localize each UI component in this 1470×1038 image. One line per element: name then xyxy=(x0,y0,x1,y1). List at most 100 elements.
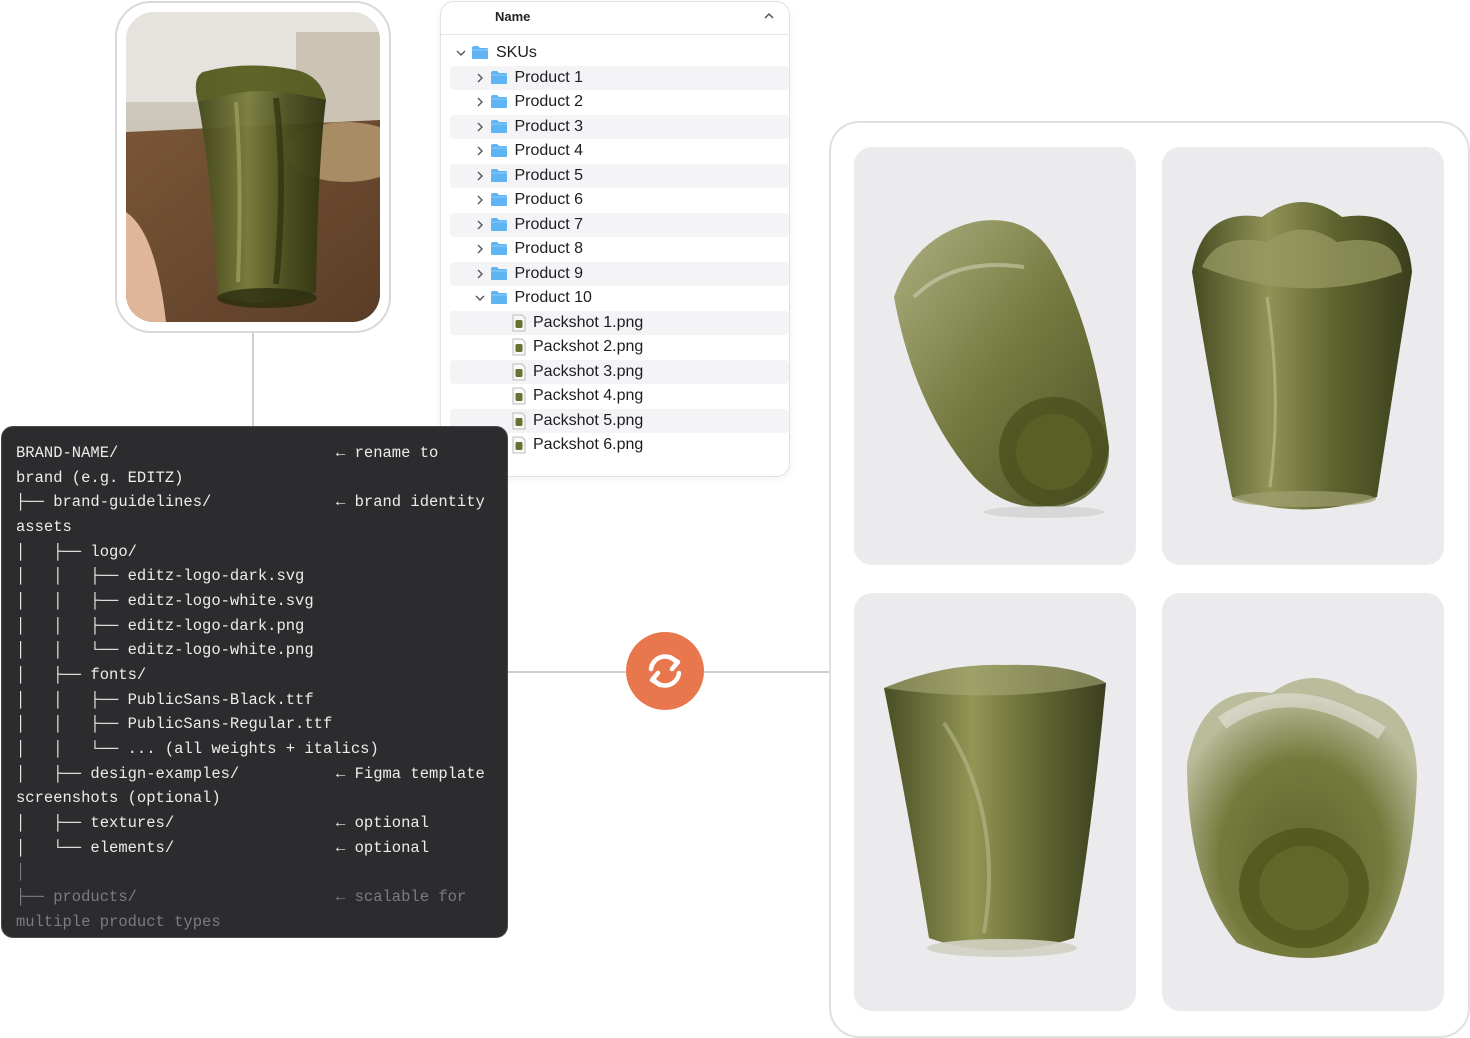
tree-comment: ← brand identity xyxy=(336,493,485,511)
image-file-icon xyxy=(512,412,526,429)
folder-icon xyxy=(490,193,507,206)
folder-name: Product 9 xyxy=(514,264,583,282)
image-file-icon xyxy=(512,387,526,405)
folder-structure-terminal: BRAND-NAME/ brand (e.g. EDITZ) ├── brand… xyxy=(1,426,508,938)
folder-icon xyxy=(490,291,507,304)
image-file-icon xyxy=(512,338,526,356)
packshot-tile-3[interactable] xyxy=(854,593,1136,1011)
folder-icon xyxy=(490,95,507,108)
folder-row[interactable]: Product 9 xyxy=(450,261,789,286)
tree-comment: ← rename to xyxy=(336,444,439,462)
source-photo-card xyxy=(115,1,391,333)
connector-terminal-to-sync xyxy=(508,671,626,673)
tree-line: │ │ └── editz-logo-white.png xyxy=(16,641,314,659)
folder-row[interactable]: SKUs xyxy=(450,41,789,66)
file-tree: SKUs Product 1 Product 2 Product 3 Product 4… xyxy=(450,41,789,458)
tree-line: │ │ ├── PublicSans-Regular.ttf xyxy=(16,715,333,733)
tree-comment: ← optional xyxy=(336,814,430,832)
tree-line: │ ├── design-examples/ xyxy=(16,765,240,783)
packshot-grid xyxy=(829,121,1470,1038)
folder-row[interactable]: Product 5 xyxy=(450,163,789,188)
connector-sync-to-grid xyxy=(704,671,830,673)
chevron-down-icon[interactable] xyxy=(455,47,467,59)
tree-line: │ │ ├── PublicSans-Black.ttf xyxy=(16,691,314,709)
folder-row[interactable]: Product 10 xyxy=(450,286,789,311)
column-header-name[interactable]: Name xyxy=(441,2,789,35)
file-name: Packshot 5.png xyxy=(533,411,644,429)
folder-icon xyxy=(490,217,507,231)
tree-line: │ │ ├── editz-logo-dark.svg xyxy=(16,567,305,585)
image-file-icon xyxy=(512,314,526,331)
folder-icon xyxy=(490,70,507,84)
folder-name: Product 2 xyxy=(514,93,583,110)
folder-icon xyxy=(490,144,507,157)
sync-arrows-icon xyxy=(648,654,682,688)
folder-icon xyxy=(490,168,507,182)
tree-comment: ← scalable for xyxy=(336,888,467,906)
folder-name: Product 7 xyxy=(514,215,583,233)
folder-name: Product 1 xyxy=(514,68,583,86)
tree-comment: ← Figma template xyxy=(336,765,485,783)
folder-row[interactable]: Product 1 xyxy=(450,65,789,90)
folder-name: Product 10 xyxy=(514,289,592,306)
folder-row[interactable]: Product 3 xyxy=(450,114,789,139)
chevron-right-icon[interactable] xyxy=(474,72,486,84)
chevron-right-icon[interactable] xyxy=(474,121,486,133)
tree-line: │ xyxy=(16,863,26,881)
folder-name: Product 3 xyxy=(514,117,583,135)
file-row[interactable]: Packshot 4.png xyxy=(450,384,789,409)
tree-line: ├── products/ xyxy=(16,888,137,906)
tree-line: assets xyxy=(16,518,72,536)
packshot-tile-2[interactable] xyxy=(1162,147,1444,565)
packshot-tile-4[interactable] xyxy=(1162,593,1444,1011)
folder-name: Product 4 xyxy=(514,142,583,159)
chevron-right-icon[interactable] xyxy=(474,268,486,280)
tree-line: │ └── elements/ xyxy=(16,839,175,857)
tree-line: ├── brand-guidelines/ xyxy=(16,493,212,511)
sync-button[interactable] xyxy=(626,632,704,710)
chevron-right-icon[interactable] xyxy=(474,96,486,108)
folder-row[interactable]: Product 8 xyxy=(450,237,789,262)
folder-icon xyxy=(490,119,507,133)
folder-row[interactable]: Product 7 xyxy=(450,212,789,237)
packshot-tile-1[interactable] xyxy=(854,147,1136,565)
file-row[interactable]: Packshot 3.png xyxy=(450,359,789,384)
file-row[interactable]: Packshot 2.png xyxy=(450,335,789,360)
file-name: Packshot 2.png xyxy=(533,338,644,355)
chevron-right-icon[interactable] xyxy=(474,194,486,206)
file-name: Packshot 3.png xyxy=(533,362,644,380)
tree-line: │ │ └── ... (all weights + italics) xyxy=(16,740,379,758)
chevron-right-icon[interactable] xyxy=(474,219,486,231)
tree-line: BRAND-NAME/ xyxy=(16,444,119,462)
folder-icon xyxy=(490,266,507,280)
file-name: Packshot 6.png xyxy=(533,436,644,453)
chevron-right-icon[interactable] xyxy=(474,170,486,182)
tree-line: brand (e.g. EDITZ) xyxy=(16,469,184,487)
tree-line: │ ├── fonts/ xyxy=(16,666,147,684)
folder-name: Product 5 xyxy=(514,166,583,184)
file-row[interactable]: Packshot 1.png xyxy=(450,310,789,335)
column-header-label: Name xyxy=(495,9,531,24)
folder-name: Product 6 xyxy=(514,191,583,208)
chevron-right-icon[interactable] xyxy=(474,243,486,255)
folder-row[interactable]: Product 6 xyxy=(450,188,789,213)
folder-row[interactable]: Product 4 xyxy=(450,139,789,164)
tree-line: │ ├── logo/ xyxy=(16,543,137,561)
folder-row[interactable]: Product 2 xyxy=(450,90,789,115)
file-name: Packshot 4.png xyxy=(533,387,644,404)
chevron-down-icon[interactable] xyxy=(474,292,486,304)
tree-line: │ │ ├── editz-logo-white.svg xyxy=(16,592,314,610)
tree-line: screenshots (optional) xyxy=(16,789,221,807)
chevron-right-icon[interactable] xyxy=(474,145,486,157)
tree-comment: ← optional xyxy=(336,839,430,857)
folder-icon xyxy=(490,242,507,255)
chevron-up-icon[interactable] xyxy=(763,10,775,22)
finder-window: Name SKUs Product 1 Product 2 Product 3 Prod… xyxy=(440,1,790,477)
source-photo xyxy=(126,12,380,322)
folder-name: SKUs xyxy=(496,44,537,61)
image-file-icon xyxy=(512,363,526,380)
connector-photo-to-terminal xyxy=(252,333,254,427)
tree-line: │ ├── textures/ xyxy=(16,814,175,832)
file-name: Packshot 1.png xyxy=(533,313,644,331)
folder-name: Product 8 xyxy=(514,240,583,257)
